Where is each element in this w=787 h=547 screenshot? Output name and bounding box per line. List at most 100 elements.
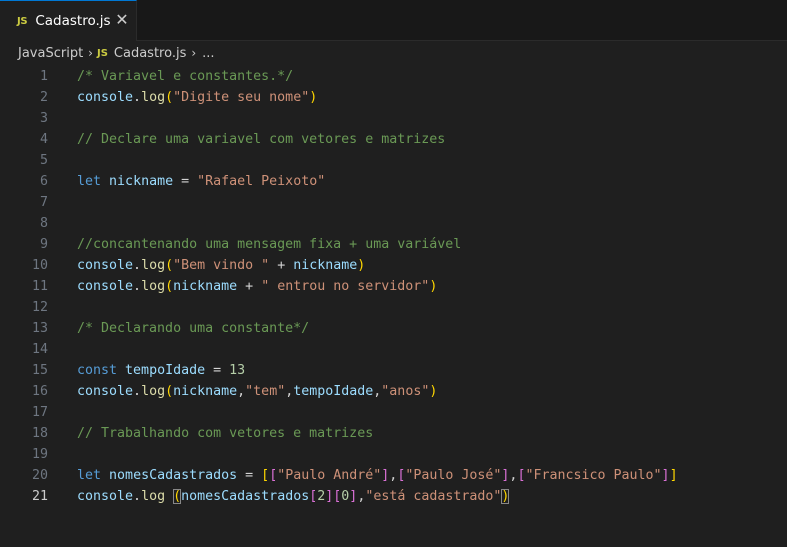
code-token: ) <box>357 258 366 273</box>
code-line[interactable]: 10 console.log("Bem vindo " + nickname) <box>0 255 787 276</box>
line-number: 19 <box>31 447 48 462</box>
code-token: console <box>77 489 134 504</box>
code-line[interactable]: 3 <box>0 108 787 129</box>
code-token: console <box>77 90 134 105</box>
code-editor[interactable]: 1/* Variavel e constantes.*/2 console.log… <box>0 64 787 547</box>
code-token: 13 <box>229 363 246 378</box>
code-token: nickname <box>173 279 238 294</box>
code-line[interactable]: 21 console.log (nomesCadastrados[2][0],"e… <box>0 486 787 507</box>
code-text: console.log("Digite seu nome") <box>77 87 317 108</box>
code-token: ( <box>165 384 174 399</box>
breadcrumb-item-file[interactable]: Cadastro.js <box>114 46 186 61</box>
code-token: //concantenando uma mensagem fixa + uma … <box>77 237 462 252</box>
code-token: ] <box>669 468 678 483</box>
code-token: , <box>237 384 246 399</box>
code-line[interactable]: 5 <box>0 150 787 171</box>
code-token: console <box>77 258 134 273</box>
breadcrumb-item-more[interactable]: ... <box>202 46 214 61</box>
code-token: const <box>77 363 118 378</box>
line-number: 3 <box>39 111 48 126</box>
code-token: ( <box>165 279 174 294</box>
code-token: "anos" <box>381 384 430 399</box>
code-line[interactable]: 8 <box>0 213 787 234</box>
tab-cadastro-js[interactable]: JS Cadastro.js ✕ <box>0 0 137 41</box>
line-number: 21 <box>31 489 48 504</box>
code-line[interactable]: 19 <box>0 444 787 465</box>
code-line[interactable]: 18 // Trabalhando com vetores e matrizes <box>0 423 787 444</box>
line-number: 18 <box>31 426 48 441</box>
tab-bar: JS Cadastro.js ✕ <box>0 0 787 41</box>
code-token: log <box>141 489 166 504</box>
code-text: /* Declarando uma constante*/ <box>77 318 309 339</box>
code-line[interactable]: 2 console.log("Digite seu nome") <box>0 87 787 108</box>
code-text: console.log("Bem vindo " + nickname) <box>77 255 365 276</box>
code-line[interactable]: 9 //concantenando uma mensagem fixa + uma… <box>0 234 787 255</box>
breadcrumb: JavaScript › JS Cadastro.js › ... <box>0 42 787 64</box>
line-number: 4 <box>39 132 48 147</box>
line-number: 9 <box>39 237 48 252</box>
line-number: 2 <box>39 90 48 105</box>
code-line[interactable]: 17 <box>0 402 787 423</box>
code-token: = <box>205 363 230 378</box>
code-token: = <box>173 174 198 189</box>
breadcrumb-item-javascript[interactable]: JavaScript <box>18 46 83 61</box>
code-token: log <box>141 258 166 273</box>
code-token: nickname <box>173 384 238 399</box>
code-token: log <box>141 90 166 105</box>
line-number: 16 <box>31 384 48 399</box>
code-token: tempoIdade <box>125 363 206 378</box>
chevron-right-icon: › <box>88 46 93 60</box>
code-text: console.log(nickname,"tem",tempoIdade,"a… <box>77 381 437 402</box>
code-line[interactable]: 11 console.log(nickname + " entrou no ser… <box>0 276 787 297</box>
code-token: log <box>141 384 166 399</box>
javascript-file-icon: JS <box>96 47 108 59</box>
code-token: ) <box>501 489 510 504</box>
code-token: console <box>77 384 134 399</box>
line-number: 13 <box>31 321 48 336</box>
code-text: const tempoIdade = 13 <box>77 360 245 381</box>
code-text: /* Variavel e constantes.*/ <box>77 66 293 87</box>
code-token: ) <box>429 384 438 399</box>
code-token: let <box>77 468 102 483</box>
code-line[interactable]: 12 <box>0 297 787 318</box>
code-line[interactable]: 15 const tempoIdade = 13 <box>0 360 787 381</box>
code-token: log <box>141 279 166 294</box>
code-token: ( <box>165 258 174 273</box>
tab-label: Cadastro.js <box>35 13 111 29</box>
code-token: ( <box>173 489 182 504</box>
code-line[interactable]: 16 console.log(nickname,"tem",tempoIdade,… <box>0 381 787 402</box>
chevron-right-icon: › <box>191 46 197 60</box>
line-number: 5 <box>39 153 48 168</box>
code-token: + <box>237 279 262 294</box>
code-token: = <box>237 468 262 483</box>
code-line[interactable]: 4 // Declare uma variavel com vetores e m… <box>0 129 787 150</box>
code-token: "está cadastrado" <box>365 489 502 504</box>
code-token: /* Declarando uma constante*/ <box>77 321 310 336</box>
code-token: "Francsico Paulo" <box>525 468 662 483</box>
code-line[interactable]: 1 /* Variavel e constantes.*/ <box>0 66 787 87</box>
code-token: nickname <box>293 258 358 273</box>
code-token: "Digite seu nome" <box>173 90 310 105</box>
line-number: 17 <box>31 405 48 420</box>
code-line[interactable]: 7 <box>0 192 787 213</box>
code-token: [ <box>261 468 270 483</box>
code-token: console <box>77 279 134 294</box>
close-icon[interactable]: ✕ <box>114 12 130 28</box>
code-line[interactable]: 14 <box>0 339 787 360</box>
code-line[interactable]: 13 /* Declarando uma constante*/ <box>0 318 787 339</box>
code-token: "Rafael Peixoto" <box>197 174 326 189</box>
code-token: "Paulo José" <box>405 468 502 483</box>
code-token: . <box>133 279 142 294</box>
line-number: 11 <box>31 279 48 294</box>
code-line[interactable]: 6 let nickname = "Rafael Peixoto" <box>0 171 787 192</box>
code-text: //concantenando uma mensagem fixa + uma … <box>77 234 461 255</box>
code-token: nickname <box>109 174 174 189</box>
code-line[interactable]: 20 let nomesCadastrados = [["Paulo André"… <box>0 465 787 486</box>
code-text: let nickname = "Rafael Peixoto" <box>77 171 325 192</box>
code-text: // Trabalhando com vetores e matrizes <box>77 423 373 444</box>
code-token: let <box>77 174 102 189</box>
code-token: [ <box>269 468 278 483</box>
